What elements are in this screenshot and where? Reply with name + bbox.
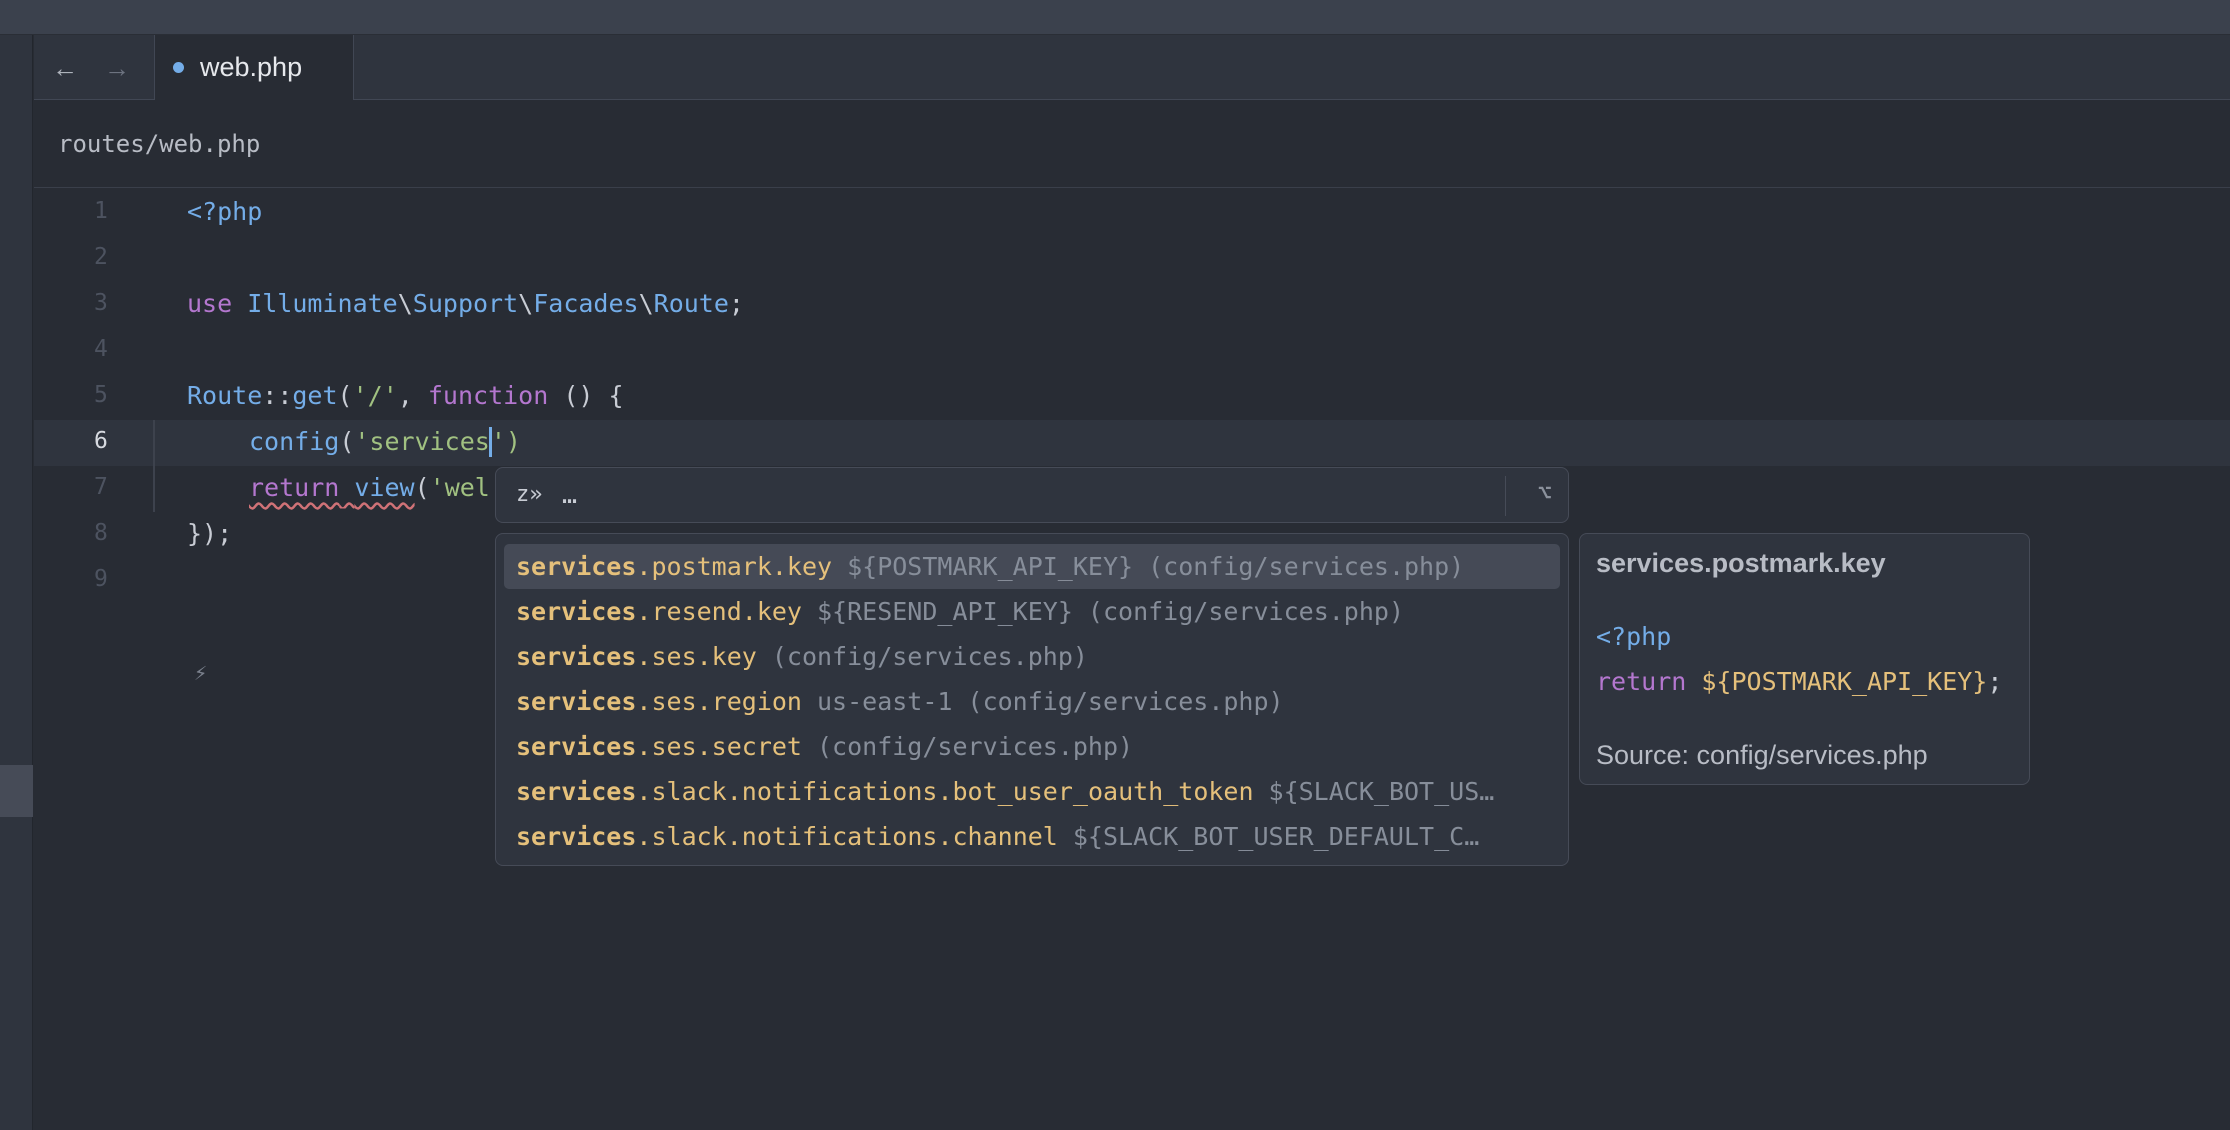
indent-guide	[153, 420, 155, 512]
line-number: 8	[94, 520, 108, 546]
left-dock-rail	[0, 35, 33, 1130]
line-number: 9	[94, 566, 108, 592]
code-line[interactable]: 2	[34, 236, 2230, 282]
docs-code-open: <?php	[1596, 622, 1672, 651]
code-text: <?php	[187, 197, 263, 226]
code-text: return view('wel	[249, 473, 490, 502]
code-line[interactable]: 1 <?php	[34, 190, 2230, 236]
docs-title: services.postmark.key	[1596, 548, 1886, 578]
completion-menu: services .postmark.key ${POSTMARK_API_KEY}…	[495, 533, 1569, 866]
completion-item[interactable]: services .slack.notifications.bot_user_oa…	[504, 769, 1560, 814]
breadcrumb-bar: routes/web.php	[34, 100, 2230, 188]
dock-scroll-marker[interactable]	[0, 765, 33, 817]
completion-filter-bar[interactable]: z» … ⌥	[495, 467, 1569, 523]
documentation-popover: services.postmark.key <?php return ${POS…	[1579, 533, 2030, 785]
docs-source: Source: config/services.php	[1596, 740, 1928, 770]
line-number: 4	[94, 336, 108, 362]
breadcrumb[interactable]: routes/web.php	[58, 130, 260, 158]
tab-web-php[interactable]: web.php	[154, 35, 354, 100]
forward-arrow-icon[interactable]: →	[102, 53, 132, 83]
completion-item[interactable]: services .ses.secret (config/services.php)	[504, 724, 1560, 769]
completion-item[interactable]: services .ses.region us-east-1 (config/ser…	[504, 679, 1560, 724]
code-line-current[interactable]: 6 ⚡ config('services')	[34, 420, 2230, 686]
zed-icon: z»	[516, 482, 543, 507]
completion-item[interactable]: services .resend.key ${RESEND_API_KEY} (co…	[504, 589, 1560, 634]
code-text: });	[187, 519, 233, 548]
line-number: 3	[94, 290, 108, 316]
back-arrow-icon[interactable]: ←	[50, 53, 80, 83]
modified-dot-icon	[173, 62, 184, 73]
lightning-bolt-icon[interactable]: ⚡	[194, 661, 207, 686]
completion-item-selected[interactable]: services .postmark.key ${POSTMARK_API_KEY}…	[504, 544, 1560, 589]
tab-label: web.php	[200, 52, 303, 82]
code-text: Route::get('/', function () {	[187, 381, 624, 410]
divider	[1505, 476, 1506, 516]
code-text: config('services')	[249, 427, 521, 457]
title-bar	[0, 0, 2230, 35]
line-number: 1	[94, 198, 108, 224]
code-line[interactable]: 3 use Illuminate\Support\Facades\Route;	[34, 282, 2230, 328]
code-line[interactable]: 5 Route::get('/', function () {	[34, 374, 2230, 420]
option-key-icon[interactable]: ⌥	[1538, 479, 1552, 507]
error-squiggle: return	[249, 473, 340, 502]
line-number: 2	[94, 244, 108, 270]
docs-code-return: return ${POSTMARK_API_KEY};	[1596, 667, 2003, 696]
tab-bar: ← → web.php	[34, 35, 2230, 100]
code-text: use Illuminate\Support\Facades\Route;	[187, 289, 744, 318]
line-number: 5	[94, 382, 108, 408]
completion-filter-text: …	[562, 480, 578, 509]
completion-item[interactable]: services .slack.notifications.channel ${SL…	[504, 814, 1560, 859]
code-line[interactable]: 4	[34, 328, 2230, 374]
completion-item[interactable]: services .ses.key (config/services.php)	[504, 634, 1560, 679]
